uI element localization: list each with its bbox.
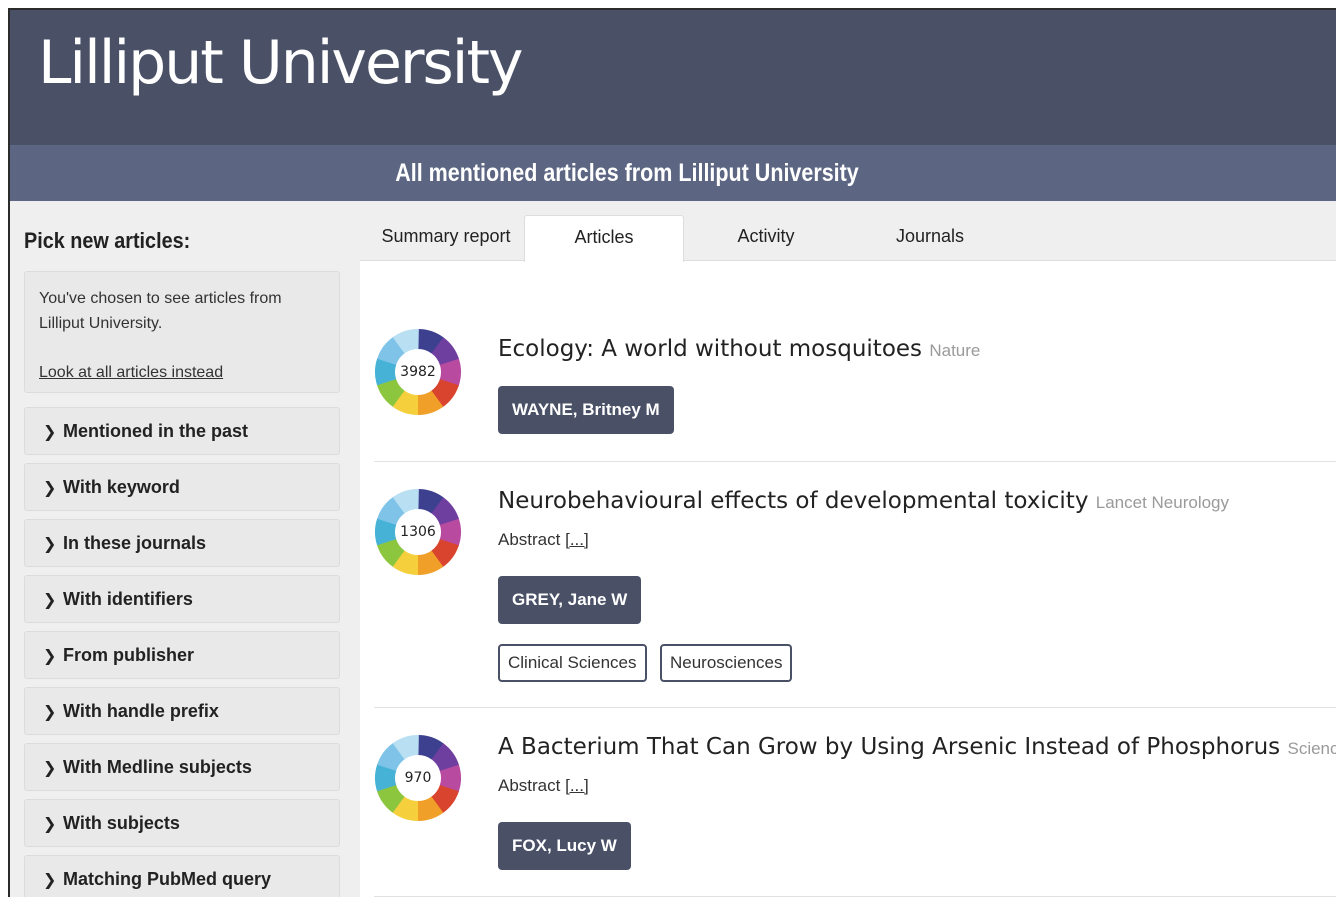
article-title-text: Ecology: A world without mosquitoes <box>498 336 923 362</box>
filter-with-handle-prefix[interactable]: ❯ With handle prefix <box>24 687 340 735</box>
filter-label: From publisher <box>63 645 195 665</box>
chevron-right-icon: ❯ <box>43 592 57 609</box>
abstract-label: Abstract <box>498 776 561 795</box>
chevron-right-icon: ❯ <box>43 816 57 833</box>
abstract-label: Abstract <box>498 530 561 549</box>
article-divider <box>374 461 1336 462</box>
article-title-text: A Bacterium That Can Grow by Using Arsen… <box>498 734 1281 760</box>
abstract-row: Abstract [...] <box>498 530 589 550</box>
attention-score-donut-icon[interactable]: 3982 <box>374 328 462 416</box>
selection-info-text: You've chosen to see articles from Lilli… <box>39 290 282 332</box>
filter-label: With identifiers <box>63 589 193 609</box>
tab-bar: Summary report Articles Activity Journal… <box>360 201 1336 262</box>
article-journal: Nature <box>929 341 981 360</box>
attention-score: 1306 <box>400 524 436 540</box>
filter-from-publisher[interactable]: ❯ From publisher <box>24 631 340 679</box>
filter-label: With handle prefix <box>63 701 219 721</box>
filter-label: In these journals <box>63 533 207 553</box>
filter-matching-pubmed-query[interactable]: ❯ Matching PubMed query <box>24 855 340 897</box>
filter-mentioned-in-the-past[interactable]: ❯ Mentioned in the past <box>24 407 340 455</box>
filter-label: Mentioned in the past <box>63 421 249 441</box>
attention-score-donut-icon[interactable]: 970 <box>374 734 462 822</box>
chevron-right-icon: ❯ <box>43 536 57 553</box>
site-title: Lilliput University <box>38 28 523 98</box>
article-title[interactable]: A Bacterium That Can Grow by Using Arsen… <box>498 734 1336 760</box>
selection-info-box: You've chosen to see articles from Lilli… <box>24 271 340 393</box>
filter-with-keyword[interactable]: ❯ With keyword <box>24 463 340 511</box>
masthead: Lilliput University <box>10 10 1336 145</box>
sidebar: Pick new articles: You've chosen to see … <box>10 201 360 897</box>
tab-articles[interactable]: Articles <box>524 215 684 262</box>
attention-score: 970 <box>404 770 432 786</box>
author-button[interactable]: FOX, Lucy W <box>498 822 631 870</box>
article-title[interactable]: Neurobehavioural effects of developmenta… <box>498 488 1229 514</box>
abstract-expand-link[interactable]: [...] <box>565 776 589 795</box>
look-at-all-articles-link[interactable]: Look at all articles instead <box>39 360 223 385</box>
author-button[interactable]: WAYNE, Britney M <box>498 386 674 434</box>
articles-list: 3982 Ecology: A world without mosquitoes… <box>360 262 1336 897</box>
abstract-row: Abstract [...] <box>498 776 589 796</box>
tab-activity[interactable]: Activity <box>690 215 842 261</box>
abstract-expand-link[interactable]: [...] <box>565 530 589 549</box>
filter-label: With keyword <box>63 477 180 497</box>
article-divider <box>374 707 1336 708</box>
article-journal: Science <box>1287 739 1336 758</box>
filter-label: Matching PubMed query <box>63 869 272 889</box>
chevron-right-icon: ❯ <box>43 872 57 889</box>
filter-with-medline-subjects[interactable]: ❯ With Medline subjects <box>24 743 340 791</box>
page-subtitle: All mentioned articles from Lilliput Uni… <box>395 159 859 187</box>
filter-label: With Medline subjects <box>63 757 252 777</box>
article-journal: Lancet Neurology <box>1095 493 1230 512</box>
author-button[interactable]: GREY, Jane W <box>498 576 642 624</box>
article-title-text: Neurobehavioural effects of developmenta… <box>498 488 1089 514</box>
article-title[interactable]: Ecology: A world without mosquitoes Natu… <box>498 336 980 362</box>
filter-with-identifiers[interactable]: ❯ With identifiers <box>24 575 340 623</box>
filter-label: With subjects <box>63 813 180 833</box>
chevron-right-icon: ❯ <box>43 760 57 777</box>
page-frame: Lilliput University All mentioned articl… <box>8 8 1336 897</box>
filter-in-these-journals[interactable]: ❯ In these journals <box>24 519 340 567</box>
page-subtitle-bar: All mentioned articles from Lilliput Uni… <box>10 145 1336 201</box>
chevron-right-icon: ❯ <box>43 480 57 497</box>
chevron-right-icon: ❯ <box>43 704 57 721</box>
attention-score-donut-icon[interactable]: 1306 <box>374 488 462 576</box>
sidebar-heading: Pick new articles: <box>24 228 191 253</box>
chevron-right-icon: ❯ <box>43 424 57 441</box>
tab-journals[interactable]: Journals <box>854 215 1006 261</box>
attention-score: 3982 <box>400 364 436 380</box>
tab-summary-report[interactable]: Summary report <box>370 215 522 261</box>
filter-with-subjects[interactable]: ❯ With subjects <box>24 799 340 847</box>
subject-tag-neurosciences[interactable]: Neurosciences <box>660 644 793 682</box>
subject-tag-clinical-sciences[interactable]: Clinical Sciences <box>498 644 647 682</box>
chevron-right-icon: ❯ <box>43 648 57 665</box>
